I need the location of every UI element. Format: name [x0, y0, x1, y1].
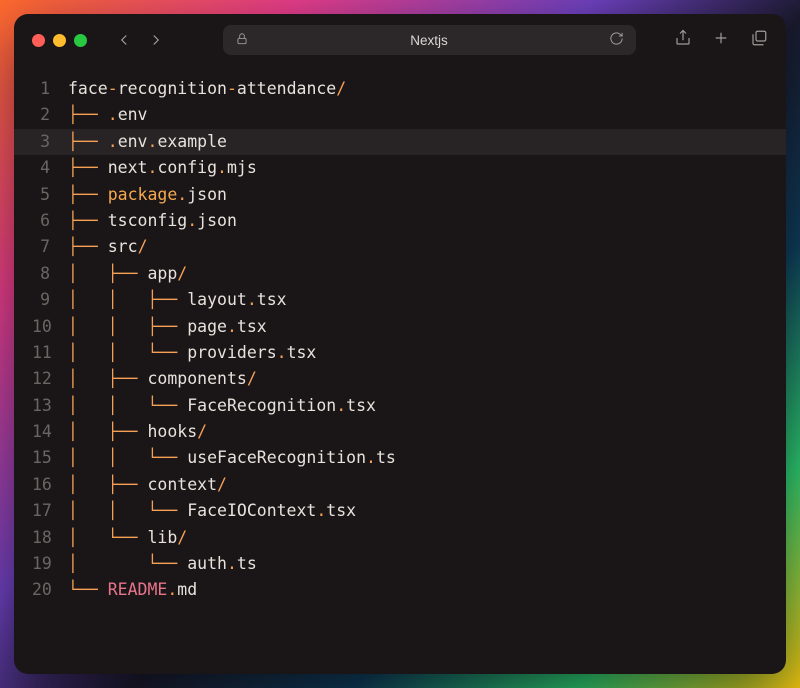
line-code: │ ├── context/: [68, 472, 227, 498]
nav-buttons: [115, 31, 165, 49]
line-code: │ │ ├── layout.tsx: [68, 287, 287, 313]
line-code: └── README.md: [68, 577, 197, 603]
line-number: 2: [32, 102, 68, 128]
line-code: │ │ ├── page.tsx: [68, 314, 267, 340]
reload-button[interactable]: [609, 31, 624, 49]
maximize-button[interactable]: [74, 34, 87, 47]
address-bar[interactable]: Nextjs: [223, 25, 636, 55]
line-code: ├── .env.example: [68, 129, 227, 155]
titlebar: Nextjs: [14, 14, 786, 66]
line-number: 14: [32, 419, 68, 445]
line-code: │ ├── hooks/: [68, 419, 207, 445]
line-code: │ ├── components/: [68, 366, 257, 392]
line-number: 17: [32, 498, 68, 524]
code-line: 3├── .env.example: [14, 129, 786, 155]
line-number: 13: [32, 393, 68, 419]
traffic-lights: [32, 34, 87, 47]
code-line: 4├── next.config.mjs: [14, 155, 786, 181]
code-content: 1face-recognition-attendance/2├── .env3├…: [14, 66, 786, 674]
line-number: 19: [32, 551, 68, 577]
line-code: │ └── lib/: [68, 525, 187, 551]
line-number: 16: [32, 472, 68, 498]
code-line: 7├── src/: [14, 234, 786, 260]
new-tab-button[interactable]: [712, 29, 730, 51]
code-line: 10│ │ ├── page.tsx: [14, 314, 786, 340]
line-number: 4: [32, 155, 68, 181]
code-line: 9│ │ ├── layout.tsx: [14, 287, 786, 313]
code-line: 1face-recognition-attendance/: [14, 76, 786, 102]
line-number: 12: [32, 366, 68, 392]
line-code: │ │ └── providers.tsx: [68, 340, 316, 366]
code-line: 2├── .env: [14, 102, 786, 128]
line-code: │ ├── app/: [68, 261, 187, 287]
line-number: 18: [32, 525, 68, 551]
line-number: 8: [32, 261, 68, 287]
line-number: 15: [32, 445, 68, 471]
line-number: 11: [32, 340, 68, 366]
address-title: Nextjs: [259, 33, 599, 48]
line-number: 10: [32, 314, 68, 340]
line-code: ├── next.config.mjs: [68, 155, 257, 181]
line-number: 3: [32, 129, 68, 155]
line-code: ├── package.json: [68, 182, 227, 208]
toolbar-right: [674, 29, 768, 51]
line-code: │ │ └── FaceRecognition.tsx: [68, 393, 376, 419]
line-code: │ │ └── FaceIOContext.tsx: [68, 498, 356, 524]
line-code: │ │ └── useFaceRecognition.ts: [68, 445, 396, 471]
browser-window: Nextjs 1face-recognition-attendance/2├──…: [14, 14, 786, 674]
line-code: face-recognition-attendance/: [68, 76, 346, 102]
lock-icon: [235, 32, 249, 49]
line-code: ├── src/: [68, 234, 148, 260]
code-line: 13│ │ └── FaceRecognition.tsx: [14, 393, 786, 419]
line-code: ├── tsconfig.json: [68, 208, 237, 234]
back-button[interactable]: [115, 31, 133, 49]
line-number: 20: [32, 577, 68, 603]
code-line: 20└── README.md: [14, 577, 786, 603]
code-line: 16│ ├── context/: [14, 472, 786, 498]
code-line: 12│ ├── components/: [14, 366, 786, 392]
line-number: 7: [32, 234, 68, 260]
code-line: 14│ ├── hooks/: [14, 419, 786, 445]
code-line: 11│ │ └── providers.tsx: [14, 340, 786, 366]
code-line: 8│ ├── app/: [14, 261, 786, 287]
share-button[interactable]: [674, 29, 692, 51]
forward-button[interactable]: [147, 31, 165, 49]
line-code: │ └── auth.ts: [68, 551, 257, 577]
minimize-button[interactable]: [53, 34, 66, 47]
line-code: ├── .env: [68, 102, 148, 128]
code-line: 17│ │ └── FaceIOContext.tsx: [14, 498, 786, 524]
line-number: 5: [32, 182, 68, 208]
line-number: 9: [32, 287, 68, 313]
line-number: 6: [32, 208, 68, 234]
code-line: 5├── package.json: [14, 182, 786, 208]
code-line: 15│ │ └── useFaceRecognition.ts: [14, 445, 786, 471]
code-line: 6├── tsconfig.json: [14, 208, 786, 234]
code-line: 19│ └── auth.ts: [14, 551, 786, 577]
line-number: 1: [32, 76, 68, 102]
code-line: 18│ └── lib/: [14, 525, 786, 551]
close-button[interactable]: [32, 34, 45, 47]
tabs-overview-button[interactable]: [750, 29, 768, 51]
